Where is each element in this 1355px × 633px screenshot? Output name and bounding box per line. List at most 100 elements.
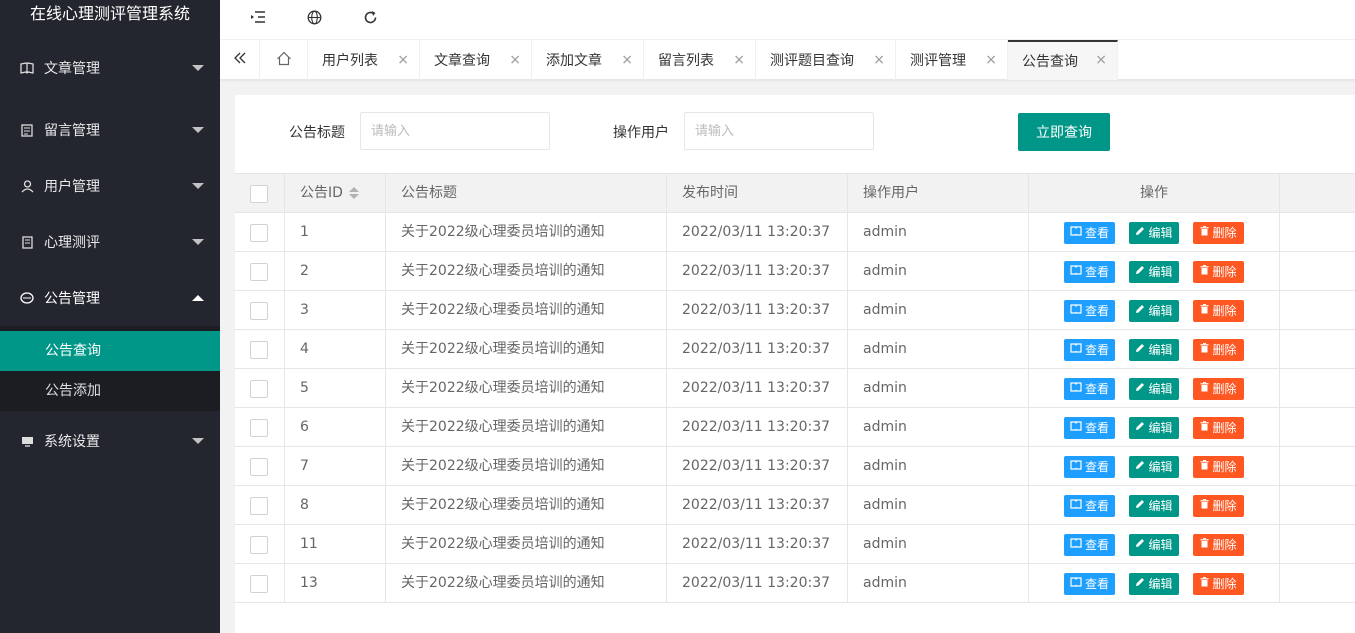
select-all-cell <box>235 174 285 213</box>
cell-user: admin <box>848 525 1029 564</box>
tab-announcement-query[interactable]: 公告查询 × <box>1008 40 1118 80</box>
survey-icon <box>20 235 34 249</box>
close-icon[interactable]: × <box>873 52 885 68</box>
sidebar-item-articles[interactable]: 文章管理 <box>0 34 220 102</box>
row-checkbox[interactable] <box>250 575 268 593</box>
cell-time: 2022/03/11 13:20:37 <box>667 369 848 408</box>
sidebar-item-assessment[interactable]: 心理测评 <box>0 214 220 270</box>
trash-icon <box>1200 573 1209 595</box>
user-search-input[interactable] <box>684 112 874 150</box>
delete-button[interactable]: 删除 <box>1193 222 1244 244</box>
cell-title: 关于2022级心理委员培训的通知 <box>386 291 667 330</box>
cell-user: admin <box>848 447 1029 486</box>
row-checkbox[interactable] <box>250 419 268 437</box>
sidebar-item-messages[interactable]: 留言管理 <box>0 102 220 158</box>
row-checkbox[interactable] <box>250 224 268 242</box>
trash-icon <box>1200 495 1209 517</box>
view-button[interactable]: 查看 <box>1064 261 1115 283</box>
sidebar-subitem-announcement-add[interactable]: 公告添加 <box>0 371 220 411</box>
delete-button[interactable]: 删除 <box>1193 456 1244 478</box>
cell-id: 13 <box>285 564 386 603</box>
row-checkbox[interactable] <box>250 380 268 398</box>
pencil-icon <box>1135 573 1145 595</box>
delete-button[interactable]: 删除 <box>1193 378 1244 400</box>
tab-home[interactable] <box>260 40 308 80</box>
close-icon[interactable]: × <box>1095 52 1107 68</box>
edit-button[interactable]: 编辑 <box>1129 417 1179 439</box>
row-checkbox[interactable] <box>250 341 268 359</box>
edit-button[interactable]: 编辑 <box>1129 378 1179 400</box>
close-icon[interactable]: × <box>397 52 409 68</box>
view-button[interactable]: 查看 <box>1064 573 1115 595</box>
tab-scroll-left[interactable] <box>220 40 260 80</box>
edit-button[interactable]: 编辑 <box>1129 222 1179 244</box>
row-checkbox[interactable] <box>250 458 268 476</box>
title-search-input[interactable] <box>360 112 550 150</box>
close-icon[interactable]: × <box>509 52 521 68</box>
tab-message-list[interactable]: 留言列表 × <box>644 40 756 80</box>
sidebar: 在线心理测评管理系统 文章管理 留言管理 用户管理 心理测评 公告管理 公告查询… <box>0 0 220 633</box>
row-checkbox[interactable] <box>250 536 268 554</box>
view-button[interactable]: 查看 <box>1064 222 1115 244</box>
row-checkbox[interactable] <box>250 497 268 515</box>
tab-assessment-management[interactable]: 测评管理 × <box>896 40 1008 80</box>
delete-button[interactable]: 删除 <box>1193 261 1244 283</box>
tab-add-article[interactable]: 添加文章 × <box>532 40 644 80</box>
sort-icon[interactable] <box>348 187 359 199</box>
edit-label: 编辑 <box>1148 382 1173 396</box>
edit-button[interactable]: 编辑 <box>1129 300 1179 322</box>
app-title: 在线心理测评管理系统 <box>29 4 190 23</box>
edit-button[interactable]: 编辑 <box>1129 456 1179 478</box>
edit-button[interactable]: 编辑 <box>1129 534 1179 556</box>
globe-icon[interactable] <box>300 6 328 28</box>
edit-button[interactable]: 编辑 <box>1129 261 1179 283</box>
view-button[interactable]: 查看 <box>1064 378 1115 400</box>
sidebar-item-announcements[interactable]: 公告管理 <box>0 270 220 326</box>
chevron-up-icon <box>192 295 204 301</box>
view-button[interactable]: 查看 <box>1064 417 1115 439</box>
edit-label: 编辑 <box>1148 226 1173 240</box>
delete-button[interactable]: 删除 <box>1193 339 1244 361</box>
delete-button[interactable]: 删除 <box>1193 573 1244 595</box>
sidebar-subitem-announcement-query[interactable]: 公告查询 <box>0 331 220 371</box>
edit-button[interactable]: 编辑 <box>1129 495 1179 517</box>
column-header-id[interactable]: 公告ID <box>285 174 386 213</box>
delete-label: 删除 <box>1212 343 1237 357</box>
cell-user: admin <box>848 369 1029 408</box>
edit-button[interactable]: 编辑 <box>1129 339 1179 361</box>
cell-actions: 查看 编辑 删除 <box>1029 213 1280 252</box>
refresh-icon[interactable] <box>356 6 384 28</box>
close-icon[interactable]: × <box>733 52 745 68</box>
delete-button[interactable]: 删除 <box>1193 495 1244 517</box>
select-all-checkbox[interactable] <box>250 185 268 203</box>
pencil-icon <box>1135 456 1145 478</box>
search-button[interactable]: 立即查询 <box>1018 113 1110 151</box>
cell-user: admin <box>848 291 1029 330</box>
view-label: 查看 <box>1084 577 1109 591</box>
tab-question-query[interactable]: 测评题目查询 × <box>756 40 896 80</box>
view-button[interactable]: 查看 <box>1064 495 1115 517</box>
view-button[interactable]: 查看 <box>1064 339 1115 361</box>
delete-label: 删除 <box>1212 460 1237 474</box>
tab-user-list[interactable]: 用户列表 × <box>308 40 420 80</box>
delete-button[interactable]: 删除 <box>1193 534 1244 556</box>
trash-icon <box>1200 417 1209 439</box>
delete-button[interactable]: 删除 <box>1193 417 1244 439</box>
close-icon[interactable]: × <box>621 52 633 68</box>
view-label: 查看 <box>1084 226 1109 240</box>
close-icon[interactable]: × <box>985 52 997 68</box>
collapse-menu-icon[interactable] <box>244 6 272 28</box>
table-row: 3 关于2022级心理委员培训的通知 2022/03/11 13:20:37 admi… <box>235 291 1355 330</box>
row-checkbox[interactable] <box>250 302 268 320</box>
view-button[interactable]: 查看 <box>1064 534 1115 556</box>
row-select-cell <box>235 447 285 486</box>
view-button[interactable]: 查看 <box>1064 300 1115 322</box>
tab-article-query[interactable]: 文章查询 × <box>420 40 532 80</box>
edit-button[interactable]: 编辑 <box>1129 573 1179 595</box>
delete-button[interactable]: 删除 <box>1193 300 1244 322</box>
view-button[interactable]: 查看 <box>1064 456 1115 478</box>
sidebar-item-settings[interactable]: 系统设置 <box>0 413 220 469</box>
sidebar-item-users[interactable]: 用户管理 <box>0 158 220 214</box>
cell-title: 关于2022级心理委员培训的通知 <box>386 408 667 447</box>
row-checkbox[interactable] <box>250 263 268 281</box>
